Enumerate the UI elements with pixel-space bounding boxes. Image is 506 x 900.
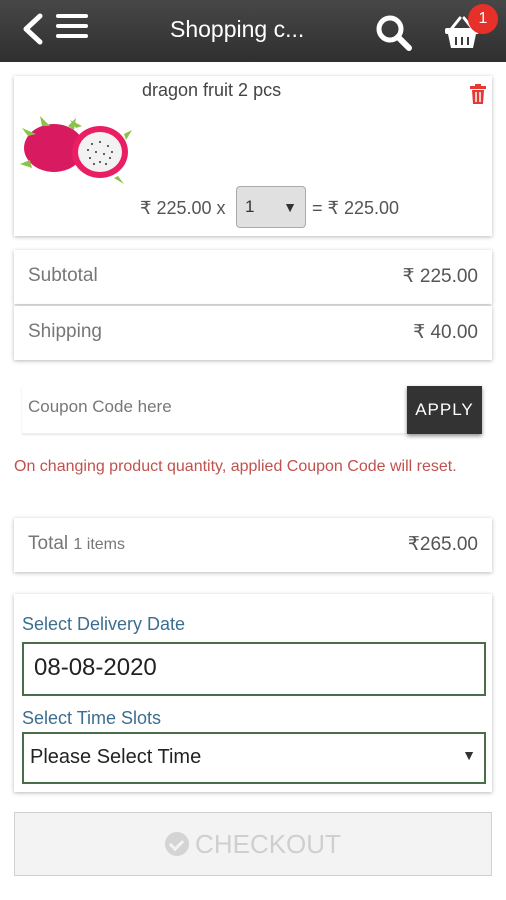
total-value: ₹265.00 <box>407 534 478 555</box>
quantity-select[interactable]: 1 ▼ <box>236 186 306 228</box>
coupon-reset-note: On changing product quantity, applied Co… <box>14 458 457 475</box>
delivery-date-field[interactable]: 08-08-2020 <box>22 642 486 696</box>
total-row: Total 1 items ₹265.00 <box>14 518 492 572</box>
check-circle-icon <box>165 832 190 856</box>
top-app-bar: Shopping c... 1 <box>0 0 506 62</box>
product-image[interactable] <box>20 114 132 184</box>
shipping-value: ₹ 40.00 <box>413 322 478 343</box>
subtotal-label: Subtotal <box>28 265 98 286</box>
total-label-group: Total 1 items <box>28 533 125 555</box>
unit-price: ₹ 225.00 x <box>140 198 226 218</box>
page-title: Shopping c... <box>170 16 305 42</box>
subtotal-row: Subtotal ₹ 225.00 <box>14 250 492 304</box>
coupon-code-input[interactable]: Coupon Code here <box>22 386 406 434</box>
total-label: Total <box>28 533 69 554</box>
shipping-row: Shipping ₹ 40.00 <box>14 306 492 360</box>
quantity-value: 1 <box>245 197 255 216</box>
line-total: = ₹ 225.00 <box>312 198 400 218</box>
search-icon[interactable] <box>374 13 414 53</box>
shipping-label: Shipping <box>28 321 102 342</box>
menu-icon[interactable] <box>56 14 88 40</box>
back-arrow-icon[interactable] <box>20 12 46 46</box>
time-slot-label: Select Time Slots <box>22 708 162 728</box>
time-slot-value: Please Select Time <box>30 746 202 768</box>
delivery-date-label: Select Delivery Date <box>22 614 186 634</box>
apply-coupon-button[interactable]: APPLY <box>407 386 482 434</box>
cart-count-badge: 1 <box>468 4 498 34</box>
time-slot-select[interactable]: Please Select Time ▼ <box>22 732 486 784</box>
checkout-label: CHECKOUT <box>195 829 341 859</box>
total-items-count: 1 items <box>73 536 125 553</box>
subtotal-value: ₹ 225.00 <box>402 266 478 287</box>
checkout-button[interactable]: CHECKOUT <box>14 812 492 876</box>
chevron-down-icon: ▼ <box>462 747 476 763</box>
cart-item-card: dragon fruit 2 pcs ₹ 225.00 x 1 ▼ = ₹ 22… <box>14 76 492 236</box>
delete-icon[interactable] <box>470 84 486 104</box>
chevron-down-icon: ▼ <box>283 199 297 215</box>
delivery-panel: Select Delivery Date 08-08-2020 Select T… <box>14 594 492 792</box>
product-name: dragon fruit 2 pcs <box>142 80 282 100</box>
